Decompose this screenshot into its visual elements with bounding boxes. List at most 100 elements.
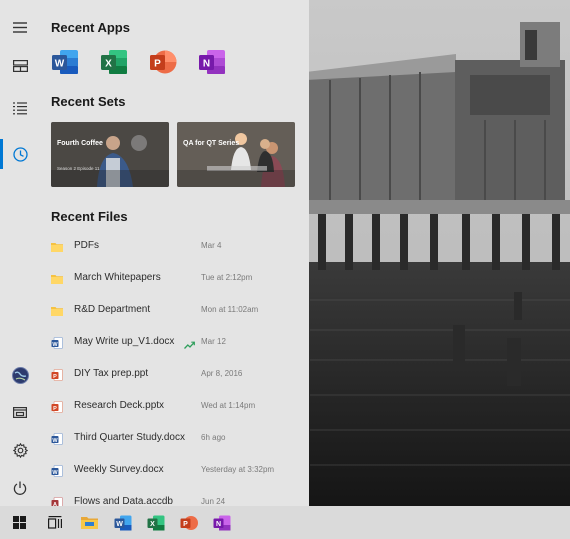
file-row[interactable]: March Whitepapers Tue at 2:12pm (51, 268, 291, 290)
file-name: Research Deck.pptx (74, 400, 165, 411)
file-time: Mon at 11:02am (201, 305, 259, 314)
recent-sets-title: Recent Sets (51, 94, 126, 109)
task-view-button[interactable] (38, 506, 72, 539)
set-thumbnail-image (177, 122, 295, 187)
taskbar-file-explorer[interactable] (72, 506, 106, 539)
excel-icon: X (147, 515, 165, 531)
onenote-icon: N (213, 515, 231, 531)
file-explorer-icon (80, 515, 98, 530)
taskbar-word[interactable]: W (106, 506, 140, 539)
power-button[interactable] (0, 470, 40, 506)
set-card-fourth-coffee[interactable]: Fourth Coffee Season 2 Episode 11 (51, 122, 169, 187)
file-time: Wed at 1:14pm (201, 401, 256, 410)
word-file-icon: W (51, 433, 63, 445)
file-row[interactable]: A Flows and Data.accdb Jun 24 (51, 492, 291, 506)
svg-text:P: P (183, 521, 188, 528)
start-menu-content: Recent Apps W X P N Recent Sets Fourth C… (51, 0, 303, 506)
file-name: Flows and Data.accdb (74, 496, 173, 506)
file-time: 6h ago (201, 433, 226, 442)
start-menu: Recent Apps W X P N Recent Sets Fourth C… (0, 0, 309, 506)
excel-icon: X (100, 49, 128, 75)
access-file-icon: A (51, 497, 63, 506)
file-time: Mar 4 (201, 241, 222, 250)
hamburger-menu-button[interactable] (0, 9, 40, 45)
word-file-icon: W (51, 337, 63, 349)
sets-icon (12, 60, 28, 72)
file-time: Yesterday at 3:32pm (201, 465, 275, 474)
file-name: PDFs (74, 240, 99, 251)
trending-icon (184, 337, 195, 349)
app-tile-word[interactable]: W (51, 49, 79, 75)
task-view-icon (48, 516, 62, 529)
sets-button[interactable] (0, 48, 40, 84)
powerpoint-icon: P (180, 515, 198, 531)
set-card-qa-series[interactable]: QA for QT Series (177, 122, 295, 187)
hamburger-icon (13, 21, 27, 33)
word-icon: W (114, 515, 132, 531)
file-row[interactable]: W Third Quarter Study.docx 6h ago (51, 428, 291, 450)
file-time: Mar 12 (201, 337, 226, 346)
onenote-icon: N (198, 49, 226, 75)
app-tile-onenote[interactable]: N (198, 49, 226, 75)
powerpoint-file-icon: P (51, 369, 63, 381)
app-tile-powerpoint[interactable]: P (149, 49, 177, 75)
svg-text:N: N (216, 521, 221, 528)
gear-icon (12, 442, 28, 458)
taskbar: W X P N (0, 506, 570, 539)
svg-text:P: P (53, 406, 57, 412)
taskbar-excel[interactable]: X (139, 506, 173, 539)
file-row[interactable]: P Research Deck.pptx Wed at 1:14pm (51, 396, 291, 418)
file-time: Apr 8, 2016 (201, 369, 243, 378)
svg-text:W: W (52, 438, 58, 444)
taskbar-powerpoint[interactable]: P (172, 506, 206, 539)
svg-text:W: W (116, 521, 123, 528)
globe-avatar-icon (11, 366, 29, 384)
list-view-button[interactable] (0, 90, 40, 126)
user-avatar-button[interactable] (0, 357, 40, 393)
svg-text:N: N (203, 59, 210, 70)
svg-text:P: P (154, 59, 161, 70)
file-name: R&D Department (74, 304, 151, 315)
app-tile-excel[interactable]: X (100, 49, 128, 75)
svg-text:X: X (105, 59, 112, 70)
taskbar-onenote[interactable]: N (205, 506, 239, 539)
file-row[interactable]: R&D Department Mon at 11:02am (51, 300, 291, 322)
windows-start-icon (12, 516, 26, 529)
file-row[interactable]: PDFs Mar 4 (51, 236, 291, 258)
file-name: May Write up_V1.docx (74, 336, 175, 347)
power-icon (13, 481, 27, 495)
file-time: Jun 24 (201, 497, 226, 506)
file-row[interactable]: P DIY Tax prep.ppt Apr 8, 2016 (51, 364, 291, 386)
word-icon: W (51, 49, 79, 75)
recent-files-title: Recent Files (51, 209, 128, 224)
set-thumbnail-image (51, 122, 169, 187)
file-name: Weekly Survey.docx (74, 464, 164, 475)
svg-text:X: X (150, 521, 155, 528)
folder-icon (51, 305, 63, 317)
svg-text:W: W (52, 342, 58, 348)
svg-text:W: W (52, 470, 58, 476)
svg-text:P: P (53, 374, 57, 380)
settings-button[interactable] (0, 432, 40, 468)
folder-icon (51, 241, 63, 253)
start-button[interactable] (2, 506, 36, 539)
recent-button[interactable] (0, 136, 40, 172)
word-file-icon: W (51, 465, 63, 477)
documents-button[interactable] (0, 393, 40, 429)
file-time: Tue at 2:12pm (201, 273, 253, 282)
folder-icon (51, 273, 63, 285)
file-name: Third Quarter Study.docx (74, 432, 185, 443)
start-menu-rail (0, 0, 40, 506)
file-explorer-icon (13, 405, 27, 418)
file-name: DIY Tax prep.ppt (74, 368, 149, 379)
file-row[interactable]: W Weekly Survey.docx Yesterday at 3:32pm (51, 460, 291, 482)
list-icon (13, 101, 27, 115)
set-subtitle: Season 2 Episode 11 (57, 166, 100, 171)
file-row[interactable]: W May Write up_V1.docx Mar 12 (51, 332, 291, 354)
set-title: QA for QT Series (183, 140, 240, 147)
powerpoint-file-icon: P (51, 401, 63, 413)
set-title: Fourth Coffee (57, 140, 103, 147)
powerpoint-icon: P (149, 49, 177, 75)
file-name: March Whitepapers (74, 272, 161, 283)
clock-icon (12, 146, 28, 162)
